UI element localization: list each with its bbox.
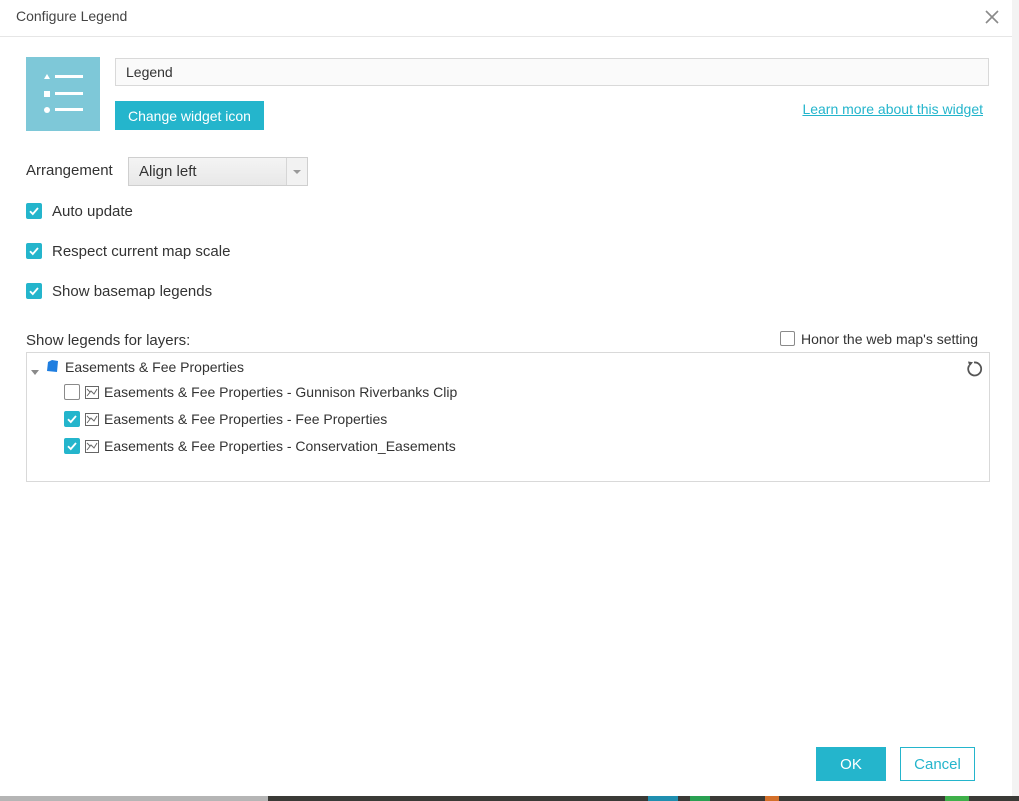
widget-name-input[interactable] xyxy=(115,58,989,86)
show-basemap-legends-label: Show basemap legends xyxy=(52,283,213,300)
arrangement-label: Arrangement xyxy=(26,162,113,179)
layer-checkbox[interactable] xyxy=(64,384,80,400)
layer-tree: Easements & Fee Properties Easements & F… xyxy=(26,352,990,482)
layer-group-label: Easements & Fee Properties xyxy=(65,359,244,375)
map-service-icon xyxy=(46,359,60,378)
auto-update-label: Auto update xyxy=(52,203,133,220)
map-marker xyxy=(945,796,969,801)
expand-triangle-icon[interactable] xyxy=(31,362,39,380)
layers-section-label: Show legends for layers: xyxy=(26,332,191,349)
chevron-down-icon[interactable] xyxy=(286,158,307,185)
layer-label: Easements & Fee Properties - Fee Propert… xyxy=(104,411,388,427)
respect-map-scale-label: Respect current map scale xyxy=(52,243,231,260)
background-edge xyxy=(1012,0,1019,796)
ok-button[interactable]: OK xyxy=(816,747,886,781)
feature-layer-icon xyxy=(85,413,99,431)
map-marker xyxy=(765,796,779,801)
learn-more-link[interactable]: Learn more about this widget xyxy=(802,101,983,117)
honor-webmap-checkbox[interactable] xyxy=(780,331,795,346)
respect-map-scale-checkbox[interactable] xyxy=(26,243,42,259)
legend-list-icon xyxy=(44,74,83,113)
honor-webmap-label: Honor the web map's setting xyxy=(801,331,978,347)
layer-checkbox[interactable] xyxy=(64,411,80,427)
change-widget-icon-button[interactable]: Change widget icon xyxy=(115,101,264,130)
arrangement-select[interactable]: Align left xyxy=(128,157,308,186)
show-basemap-legends-checkbox[interactable] xyxy=(26,283,42,299)
arrangement-selected-value: Align left xyxy=(139,163,197,180)
cancel-button[interactable]: Cancel xyxy=(900,747,975,781)
auto-update-checkbox[interactable] xyxy=(26,203,42,219)
map-marker xyxy=(690,796,710,801)
feature-layer-icon xyxy=(85,440,99,458)
layer-label: Easements & Fee Properties - Conservatio… xyxy=(104,438,456,454)
background-map xyxy=(268,796,1019,801)
dialog-title-bar: Configure Legend xyxy=(0,0,1012,37)
configure-legend-dialog: Configure Legend Change widget icon Lear… xyxy=(0,0,1012,796)
refresh-icon[interactable] xyxy=(964,359,984,379)
feature-layer-icon xyxy=(85,386,99,404)
map-marker xyxy=(648,796,678,801)
close-icon[interactable] xyxy=(983,8,1001,26)
widget-icon-tile xyxy=(26,57,100,131)
layer-checkbox[interactable] xyxy=(64,438,80,454)
layer-label: Easements & Fee Properties - Gunnison Ri… xyxy=(104,384,458,400)
dialog-title: Configure Legend xyxy=(16,8,128,24)
background-map-strip xyxy=(0,796,1019,801)
